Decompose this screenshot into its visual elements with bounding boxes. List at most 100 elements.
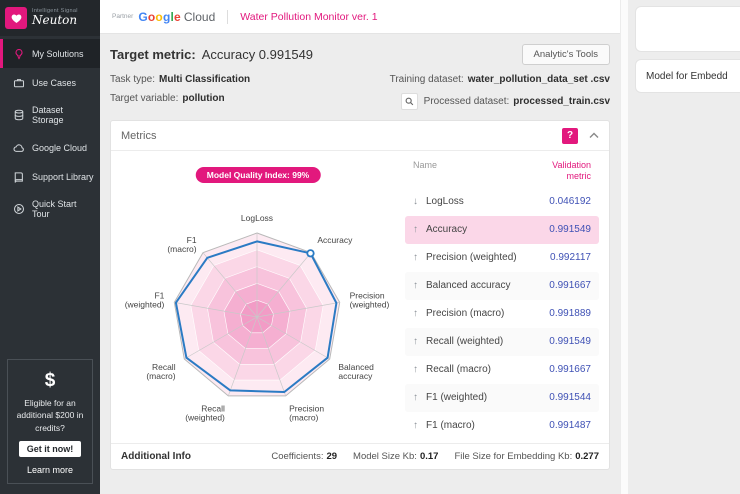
svg-text:Recall(macro): Recall(macro) (146, 362, 175, 381)
additional-info-title: Additional Info (121, 451, 191, 462)
partner-label: Partner (112, 13, 133, 20)
metric-row-balanced-accuracy[interactable]: ↑Balanced accuracy0.991667 (405, 272, 599, 300)
metric-value: 0.991889 (549, 308, 591, 319)
svg-text:Precision(weighted): Precision(weighted) (350, 291, 390, 310)
sidebar-item-use-cases[interactable]: Use Cases (0, 68, 100, 97)
metric-value: 0.992117 (550, 252, 591, 263)
metric-name: F1 (macro) (426, 420, 549, 431)
metric-row-accuracy[interactable]: ↑Accuracy0.991549 (405, 216, 599, 244)
use-cases-icon (12, 76, 25, 89)
arrow-up-icon: ↑ (413, 224, 426, 235)
support-library-icon (12, 170, 25, 183)
brand-name: Neuton (32, 14, 78, 28)
quality-index-badge: Model Quality Index: 99% (196, 167, 321, 183)
stat-item: Coefficients:29 (271, 451, 337, 462)
project-title[interactable]: Water Pollution Monitor ver. 1 (240, 11, 377, 23)
task-type-value: Multi Classification (159, 74, 250, 85)
help-button[interactable]: ? (562, 128, 578, 144)
svg-text:Precision(macro): Precision(macro) (289, 403, 324, 422)
sidebar-item-support-library[interactable]: Support Library (0, 162, 100, 191)
metric-row-f1-macro[interactable]: ↑F1 (macro)0.991487 (405, 412, 599, 440)
svg-text:Accuracy: Accuracy (317, 235, 353, 245)
metric-name: Balanced accuracy (426, 280, 549, 291)
arrow-up-icon: ↑ (413, 336, 426, 347)
topbar-divider (227, 10, 228, 24)
additional-info-stats: Coefficients:29Model Size Kb:0.17File Si… (271, 451, 599, 462)
metric-value: 0.991549 (549, 224, 591, 235)
analytics-tools-button[interactable]: Analytic's Tools (522, 44, 610, 65)
right-rail-card-top[interactable] (635, 6, 740, 52)
target-metric-row: Target metric: Accuracy 0.991549 Analyti… (110, 44, 610, 65)
sidebar-item-label: Quick Start Tour (32, 199, 94, 219)
stat-item: File Size for Embedding Kb:0.277 (454, 451, 599, 462)
arrow-up-icon: ↑ (413, 420, 426, 431)
topbar: Partner Google Cloud Water Pollution Mon… (100, 0, 620, 34)
sidebar-item-label: Support Library (32, 172, 94, 182)
chevron-up-icon (589, 132, 599, 139)
get-it-now-button[interactable]: Get it now! (19, 441, 82, 457)
sidebar-item-my-solutions[interactable]: My Solutions (0, 39, 100, 68)
metric-value: 0.046192 (549, 196, 591, 207)
model-for-embedding-card[interactable]: Model for Embedd (635, 59, 740, 93)
learn-more-link[interactable]: Learn more (13, 465, 87, 475)
radar-chart-area: Model Quality Index: 99% LogLossAccuracy… (115, 153, 401, 443)
metric-row-precision-macro[interactable]: ↑Precision (macro)0.991889 (405, 300, 599, 328)
sidebar-item-quick-start-tour[interactable]: Quick Start Tour (0, 191, 100, 227)
main-content: Target metric: Accuracy 0.991549 Analyti… (100, 34, 620, 494)
training-dataset-label: Training dataset: (390, 74, 464, 85)
neuton-logo-icon (5, 7, 27, 29)
brand-text: Intelligent Signal Neuton (32, 8, 78, 28)
arrow-up-icon: ↑ (413, 252, 426, 263)
metric-row-recall-weighted[interactable]: ↑Recall (weighted)0.991549 (405, 328, 599, 356)
collapse-button[interactable] (589, 132, 599, 139)
svg-text:F1(macro): F1(macro) (167, 235, 197, 254)
metrics-panel: Metrics ? Model Quality Index: 99% LogLo… (110, 120, 610, 470)
metric-value: 0.991487 (549, 420, 591, 431)
quick-start-tour-icon (12, 203, 25, 216)
sidebar: Intelligent Signal Neuton My Solutions Us… (0, 0, 100, 494)
metrics-title: Metrics (121, 130, 156, 142)
metrics-panel-header: Metrics ? (111, 121, 609, 151)
validation-metric-column-header: Validation metric (535, 160, 591, 183)
sidebar-item-label: My Solutions (32, 49, 84, 59)
sidebar-item-google-cloud[interactable]: Google Cloud (0, 133, 100, 162)
vertical-scrollbar[interactable] (620, 0, 628, 494)
my-solutions-icon (12, 47, 25, 60)
search-icon (405, 97, 414, 106)
right-rail: Model for Embedd (628, 0, 740, 494)
additional-info-bar: Additional Info Coefficients:29Model Siz… (111, 443, 609, 469)
center-column: Partner Google Cloud Water Pollution Mon… (100, 0, 620, 494)
metrics-table-header: Name Validation metric (405, 157, 599, 188)
metric-row-precision-weighted[interactable]: ↑Precision (weighted)0.992117 (405, 244, 599, 272)
metric-name: Precision (weighted) (426, 252, 550, 263)
search-dataset-button[interactable] (401, 93, 418, 110)
metric-name: Recall (weighted) (426, 336, 549, 347)
credits-promo: $ Eligible for an additional $200 in cre… (7, 359, 93, 484)
app: Intelligent Signal Neuton My Solutions Us… (0, 0, 740, 494)
promo-text: Eligible for an additional $200 in credi… (13, 397, 87, 434)
target-metric-value: Accuracy 0.991549 (202, 47, 313, 62)
arrow-down-icon: ↓ (413, 196, 426, 207)
dataset-info: Task type: Multi Classification Target v… (110, 74, 610, 110)
metric-row-f1-weighted[interactable]: ↑F1 (weighted)0.991544 (405, 384, 599, 412)
target-metric-label: Target metric: (110, 47, 196, 62)
arrow-up-icon: ↑ (413, 364, 426, 375)
task-info-column: Task type: Multi Classification Target v… (110, 74, 250, 110)
dollar-icon: $ (13, 370, 87, 392)
dataset-storage-icon (12, 109, 25, 122)
arrow-up-icon: ↑ (413, 280, 426, 291)
metric-value: 0.991667 (549, 364, 591, 375)
sidebar-item-label: Google Cloud (32, 143, 87, 153)
metric-name: Precision (macro) (426, 308, 549, 319)
sidebar-item-label: Dataset Storage (32, 105, 94, 125)
metric-row-recall-macro[interactable]: ↑Recall (macro)0.991667 (405, 356, 599, 384)
processed-dataset-label: Processed dataset: (424, 96, 510, 107)
processed-dataset-value: processed_train.csv (513, 96, 610, 107)
svg-text:F1(weighted): F1(weighted) (125, 291, 165, 310)
metric-row-logloss[interactable]: ↓LogLoss0.046192 (405, 188, 599, 216)
google-logo: Google (138, 10, 181, 24)
sidebar-item-dataset-storage[interactable]: Dataset Storage (0, 97, 100, 133)
metric-value: 0.991544 (549, 392, 591, 403)
svg-text:Balancedaccuracy: Balancedaccuracy (338, 362, 374, 381)
brand-logo[interactable]: Intelligent Signal Neuton (0, 0, 100, 36)
